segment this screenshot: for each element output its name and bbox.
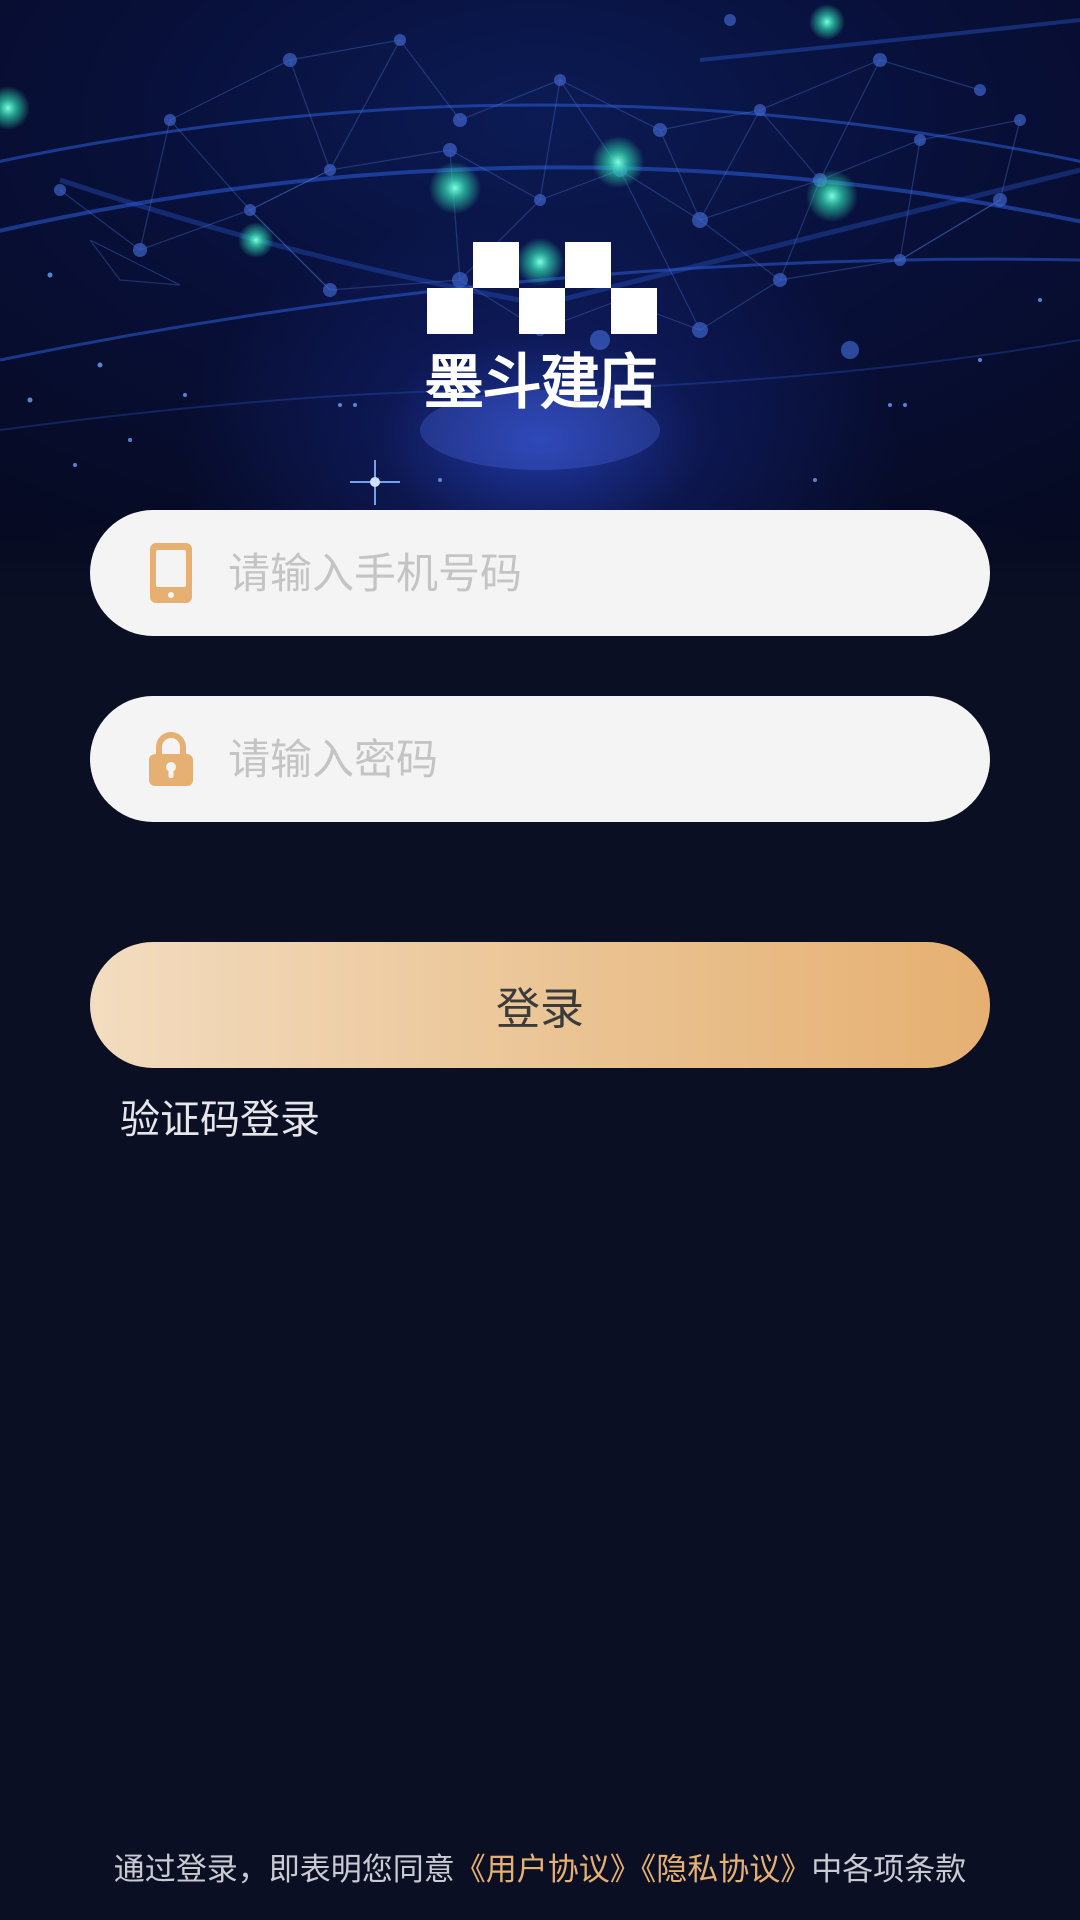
- password-input[interactable]: [226, 718, 870, 800]
- login-screen: 墨斗建店 登录 验证码登录 通过登录，即表明您同意《用户协议》《隐: [0, 0, 1080, 1920]
- brand-name: 墨斗建店: [424, 348, 658, 418]
- agreement-notice: 通过登录，即表明您同意《用户协议》《隐私协议》中各项条款: [0, 1848, 1080, 1892]
- password-field[interactable]: [90, 696, 990, 822]
- login-button[interactable]: 登录: [90, 942, 990, 1068]
- user-agreement-link[interactable]: 《用户协议》: [455, 1852, 641, 1888]
- phone-icon: [148, 543, 194, 603]
- phone-input[interactable]: [226, 532, 870, 614]
- privacy-agreement-link[interactable]: 《隐私协议》: [641, 1852, 812, 1888]
- sms-code-login-link[interactable]: 验证码登录: [120, 1090, 320, 1150]
- lock-icon: [148, 729, 194, 789]
- brand-logo: 墨斗建店: [420, 240, 660, 420]
- agreement-suffix: 中各项条款: [811, 1852, 967, 1888]
- agreement-prefix: 通过登录，即表明您同意: [113, 1852, 455, 1888]
- checker-logo-mark: [427, 242, 657, 334]
- phone-field[interactable]: [90, 510, 990, 636]
